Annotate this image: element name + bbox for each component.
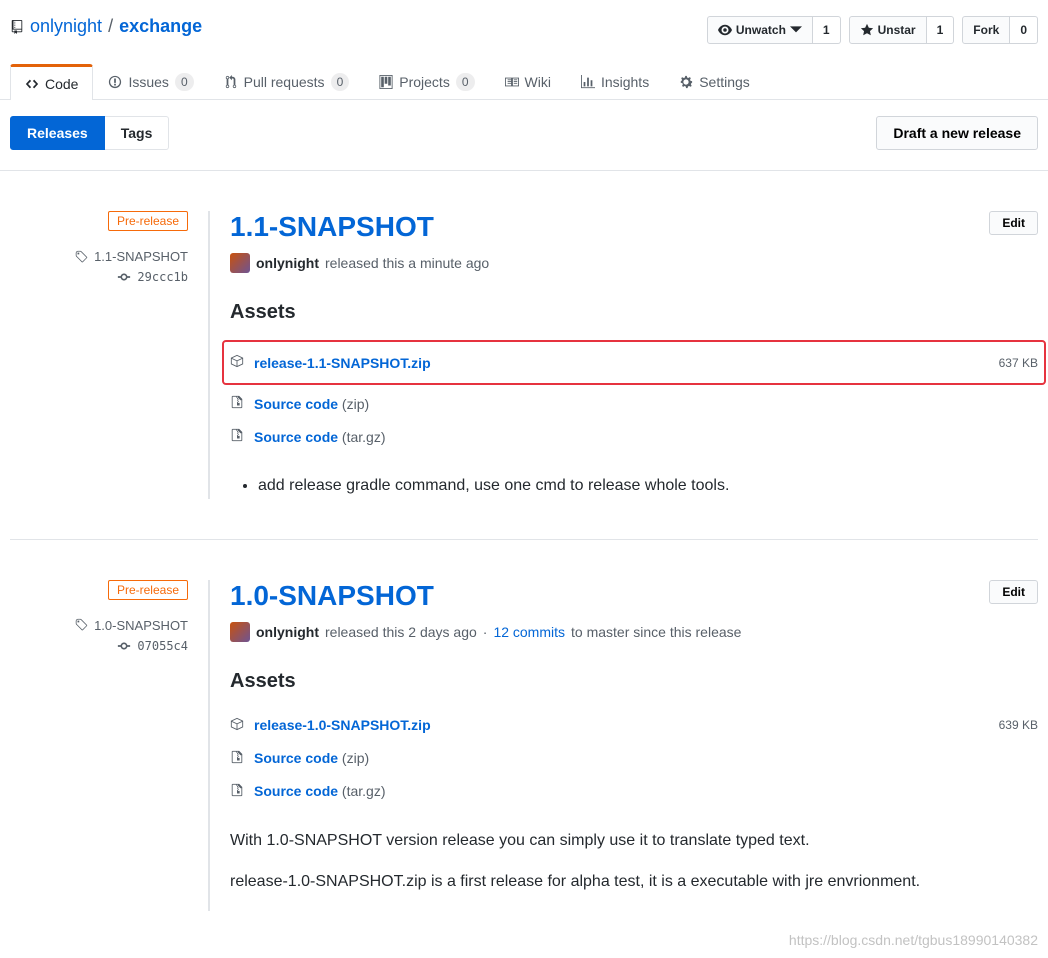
subnav-tabs: Releases Tags xyxy=(10,116,169,150)
asset-link[interactable]: release-1.1-SNAPSHOT.zip xyxy=(254,355,431,371)
release-byline: released this a minute ago xyxy=(325,255,489,271)
star-count[interactable]: 1 xyxy=(927,16,955,44)
watch-count[interactable]: 1 xyxy=(813,16,841,44)
tab-pulls[interactable]: Pull requests 0 xyxy=(209,64,365,99)
tab-insights[interactable]: Insights xyxy=(566,64,664,99)
repo-actions: Unwatch 1 Unstar 1 Fork 0 xyxy=(707,16,1038,44)
author-link[interactable]: onlynight xyxy=(256,255,319,271)
star-icon xyxy=(860,23,874,37)
assets-heading: Assets xyxy=(230,301,1038,324)
release-commit[interactable]: 29ccc1b xyxy=(10,270,188,284)
zip-icon xyxy=(230,750,244,767)
book-icon xyxy=(505,75,519,89)
asset-row: release-1.0-SNAPSHOT.zip 639 KB xyxy=(230,709,1038,742)
graph-icon xyxy=(581,75,595,89)
code-icon xyxy=(25,77,39,91)
tab-wiki[interactable]: Wiki xyxy=(490,64,566,99)
zip-icon xyxy=(230,783,244,800)
avatar[interactable] xyxy=(230,622,250,642)
issues-count: 0 xyxy=(175,73,194,91)
asset-size: 637 KB xyxy=(999,356,1038,370)
projects-count: 0 xyxy=(456,73,475,91)
release-tag[interactable]: 1.0-SNAPSHOT xyxy=(10,618,188,633)
release-title[interactable]: 1.0-SNAPSHOT xyxy=(230,580,434,612)
release-entry: Pre-release 1.1-SNAPSHOT 29ccc1b 1.1-SNA… xyxy=(10,171,1038,540)
tab-issues[interactable]: Issues 0 xyxy=(93,64,208,99)
issue-icon xyxy=(108,75,122,89)
commits-since-link[interactable]: 12 commits xyxy=(493,624,565,640)
assets-heading: Assets xyxy=(230,670,1038,693)
asset-row: Source code (tar.gz) xyxy=(230,420,1038,453)
edit-release-button[interactable]: Edit xyxy=(989,211,1038,235)
release-note-item: add release gradle command, use one cmd … xyxy=(258,473,1038,499)
release-title[interactable]: 1.1-SNAPSHOT xyxy=(230,211,434,243)
subnav-releases[interactable]: Releases xyxy=(10,116,105,150)
release-byline: released this 2 days ago xyxy=(325,624,477,640)
path-separator: / xyxy=(108,16,113,37)
caret-down-icon xyxy=(790,24,802,36)
tab-code[interactable]: Code xyxy=(10,64,93,100)
tab-projects[interactable]: Projects 0 xyxy=(364,64,489,99)
pulls-count: 0 xyxy=(331,73,350,91)
project-icon xyxy=(379,75,393,89)
asset-link[interactable]: release-1.0-SNAPSHOT.zip xyxy=(254,717,431,733)
asset-row: Source code (tar.gz) xyxy=(230,775,1038,808)
draft-release-button[interactable]: Draft a new release xyxy=(876,116,1038,150)
asset-link[interactable]: Source code (zip) xyxy=(254,396,369,412)
pre-release-badge: Pre-release xyxy=(108,580,188,600)
subnav-tags[interactable]: Tags xyxy=(105,116,170,150)
author-link[interactable]: onlynight xyxy=(256,624,319,640)
zip-icon xyxy=(230,395,244,412)
highlighted-asset: release-1.1-SNAPSHOT.zip 637 KB xyxy=(222,340,1046,385)
asset-size: 639 KB xyxy=(999,718,1038,732)
eye-icon xyxy=(718,23,732,37)
fork-count[interactable]: 0 xyxy=(1010,16,1038,44)
repo-icon xyxy=(10,20,24,34)
release-entry: Pre-release 1.0-SNAPSHOT 07055c4 1.0-SNA… xyxy=(10,540,1038,951)
asset-row: Source code (zip) xyxy=(230,387,1038,420)
asset-row: Source code (zip) xyxy=(230,742,1038,775)
pull-request-icon xyxy=(224,75,238,89)
release-tag[interactable]: 1.1-SNAPSHOT xyxy=(10,249,188,264)
asset-row: release-1.1-SNAPSHOT.zip 637 KB xyxy=(230,346,1038,379)
edit-release-button[interactable]: Edit xyxy=(989,580,1038,604)
package-icon xyxy=(230,354,244,371)
release-note-para: With 1.0-SNAPSHOT version release you ca… xyxy=(230,828,1038,854)
tab-settings[interactable]: Settings xyxy=(664,64,765,99)
zip-icon xyxy=(230,428,244,445)
package-icon xyxy=(230,717,244,734)
release-commit[interactable]: 07055c4 xyxy=(10,639,188,653)
fork-button[interactable]: Fork xyxy=(962,16,1010,44)
unstar-button[interactable]: Unstar xyxy=(849,16,927,44)
repo-owner-link[interactable]: onlynight xyxy=(30,16,102,37)
unwatch-button[interactable]: Unwatch xyxy=(707,16,813,44)
asset-link[interactable]: Source code (tar.gz) xyxy=(254,783,386,799)
pre-release-badge: Pre-release xyxy=(108,211,188,231)
gear-icon xyxy=(679,75,693,89)
repo-name-link[interactable]: exchange xyxy=(119,16,202,37)
repo-path: onlynight / exchange xyxy=(10,16,202,37)
asset-link[interactable]: Source code (zip) xyxy=(254,750,369,766)
asset-link[interactable]: Source code (tar.gz) xyxy=(254,429,386,445)
release-note-para: release-1.0-SNAPSHOT.zip is a first rele… xyxy=(230,869,1038,895)
avatar[interactable] xyxy=(230,253,250,273)
repo-tabs: Code Issues 0 Pull requests 0 Projects 0… xyxy=(0,64,1048,100)
